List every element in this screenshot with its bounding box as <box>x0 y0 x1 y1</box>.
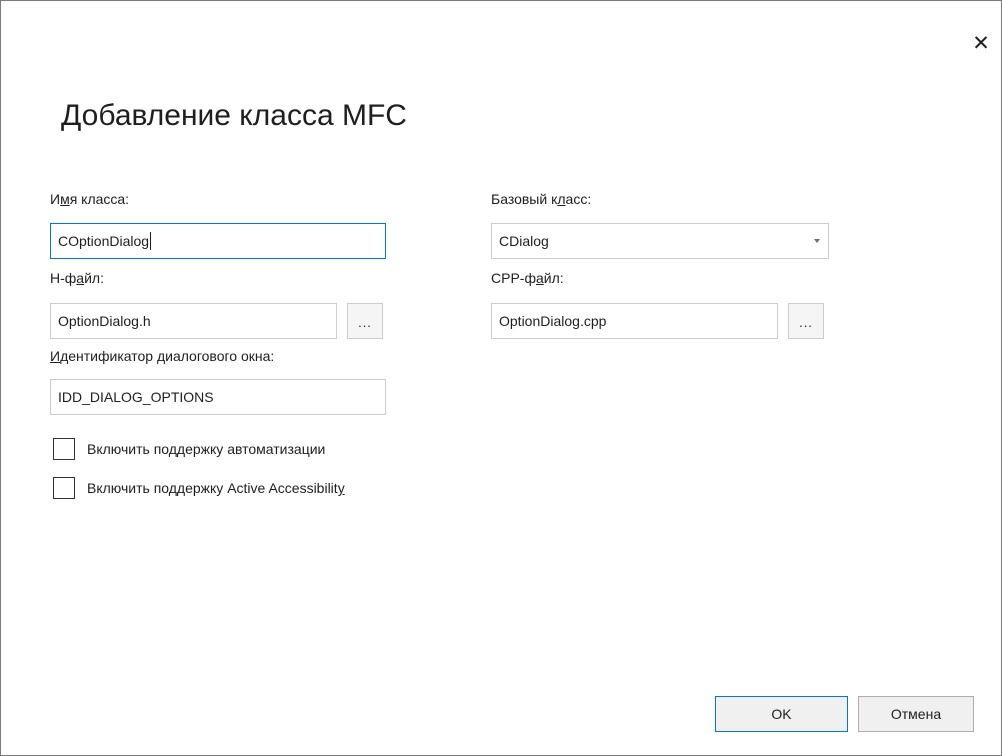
close-icon[interactable]: ✕ <box>967 29 995 57</box>
h-file-label: H-файл: <box>50 270 104 286</box>
active-accessibility-label[interactable]: Включить поддержку Active Accessibility <box>87 480 345 496</box>
chevron-down-icon <box>814 239 820 243</box>
base-class-label: Базовый класс: <box>491 191 592 207</box>
base-class-select[interactable]: CDialog <box>491 223 829 259</box>
cpp-file-label: CPP-файл: <box>491 270 564 286</box>
class-name-label: Имя класса: <box>50 191 130 207</box>
active-accessibility-checkbox[interactable] <box>53 477 75 499</box>
add-mfc-class-dialog: ✕ Добавление класса MFC Имя класса: COpt… <box>0 0 1002 756</box>
cpp-file-input[interactable]: OptionDialog.cpp <box>491 303 778 339</box>
automation-support-label[interactable]: Включить поддержку автоматизации <box>87 441 325 457</box>
automation-support-checkbox[interactable] <box>53 438 75 460</box>
dialog-id-label: Идентификатор диалогового окна: <box>50 348 275 364</box>
ok-button[interactable]: OK <box>715 696 848 732</box>
cpp-file-browse-button[interactable]: ... <box>788 303 824 339</box>
h-file-input[interactable]: OptionDialog.h <box>50 303 337 339</box>
text-caret <box>150 232 152 250</box>
cancel-button[interactable]: Отмена <box>858 696 974 732</box>
class-name-input[interactable]: COptionDialog <box>50 223 386 259</box>
dialog-title: Добавление класса MFC <box>61 99 407 132</box>
dialog-id-input[interactable]: IDD_DIALOG_OPTIONS <box>50 379 386 415</box>
h-file-browse-button[interactable]: ... <box>347 303 383 339</box>
